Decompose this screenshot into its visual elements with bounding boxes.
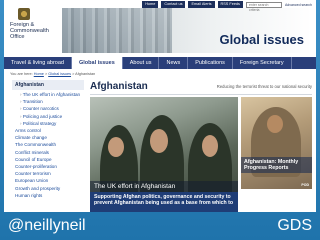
nav-travel[interactable]: Travel & living abroad	[4, 57, 72, 69]
search-input[interactable]: enter search criteria	[245, 1, 282, 12]
sidebar-item[interactable]: Conflict minerals	[12, 149, 84, 156]
sidebar-item[interactable]: Counter-proliferation	[12, 163, 84, 170]
email-alerts-link[interactable]: Email Alerts	[188, 1, 215, 8]
twitter-handle: @neillyneil	[8, 217, 86, 234]
gds-brand: GDS	[277, 217, 312, 234]
sidebar-item[interactable]: Arms control	[12, 127, 84, 134]
fco-logo[interactable]: Foreign & Commonwealth Office	[10, 8, 56, 48]
face-1	[108, 137, 124, 157]
home-link[interactable]: Home	[142, 1, 159, 8]
advanced-search-link[interactable]: Advanced search	[285, 3, 312, 7]
progress-reports-card[interactable]: Afghanistan: Monthly Progress Reports PO…	[241, 97, 312, 189]
page-tagline: Reducing the terrorist threat to our nat…	[216, 84, 312, 89]
logo-text: Foreign & Commonwealth Office	[10, 22, 49, 41]
sidebar-item[interactable]: The Commonwealth	[12, 141, 84, 148]
hero-caption[interactable]: The UK effort in Afghanistan	[90, 181, 238, 192]
card-face	[267, 115, 283, 133]
main-nav: Travel & living abroad Global issues Abo…	[4, 57, 316, 69]
face-3	[202, 135, 218, 157]
face-2	[150, 129, 168, 153]
nav-about-us[interactable]: About us	[123, 57, 160, 69]
page-title: Afghanistan	[90, 81, 148, 92]
sidebar-item[interactable]: European Union	[12, 177, 84, 184]
breadcrumb-current: Afghanistan	[75, 72, 96, 76]
card-badge: POD	[301, 183, 309, 187]
logo-line-3: Office	[10, 34, 25, 41]
browser-page: Foreign & Commonwealth Office Global iss…	[4, 0, 316, 212]
breadcrumb-home[interactable]: Home	[34, 72, 44, 76]
contact-us-link[interactable]: Contact us	[161, 1, 186, 8]
section-banner: Global issues	[62, 8, 312, 53]
rss-feeds-link[interactable]: RSS Feeds	[217, 1, 243, 8]
sidebar-item[interactable]: Policing and justice	[12, 113, 84, 120]
hero-image[interactable]: The UK effort in Afghanistan Supporting …	[90, 97, 238, 212]
sidebar-item[interactable]: Council of Europe	[12, 156, 84, 163]
sidebar-item[interactable]: Counter narcotics	[12, 105, 84, 112]
sidebar-item[interactable]: Counter terrorism	[12, 170, 84, 177]
sidebar-heading[interactable]: Afghanistan	[12, 80, 84, 90]
nav-foreign-secretary[interactable]: Foreign Secretary	[233, 57, 292, 69]
sidebar-item[interactable]: Human rights	[12, 192, 84, 199]
banner-image	[62, 8, 172, 53]
royal-crest-icon	[18, 8, 30, 20]
sidebar-item[interactable]: Climate change	[12, 134, 84, 141]
utility-bar: Home Contact us Email Alerts RSS Feeds e…	[142, 1, 312, 12]
site-header: Foreign & Commonwealth Office Global iss…	[4, 0, 316, 57]
sidebar-item[interactable]: Growth and prosperity	[12, 185, 84, 192]
breadcrumb-prefix: You are here:	[10, 72, 33, 76]
hero-summary: Supporting Afghan politics, governance a…	[90, 192, 238, 212]
title-divider	[90, 94, 312, 95]
progress-reports-caption: Afghanistan: Monthly Progress Reports	[241, 157, 312, 173]
sidebar-item[interactable]: Political strategy	[12, 120, 84, 127]
breadcrumb-global-issues[interactable]: Global issues	[48, 72, 71, 76]
sidebar-item[interactable]: The UK effort in Afghanistan	[12, 91, 84, 98]
nav-publications[interactable]: Publications	[188, 57, 233, 69]
sidebar: Afghanistan The UK effort in Afghanistan…	[12, 80, 84, 199]
nav-global-issues[interactable]: Global issues	[72, 57, 123, 69]
sidebar-item[interactable]: Transition	[12, 98, 84, 105]
banner-title: Global issues	[219, 32, 304, 47]
nav-news[interactable]: News	[159, 57, 189, 69]
breadcrumb: You are here: Home > Global issues > Afg…	[10, 72, 96, 76]
